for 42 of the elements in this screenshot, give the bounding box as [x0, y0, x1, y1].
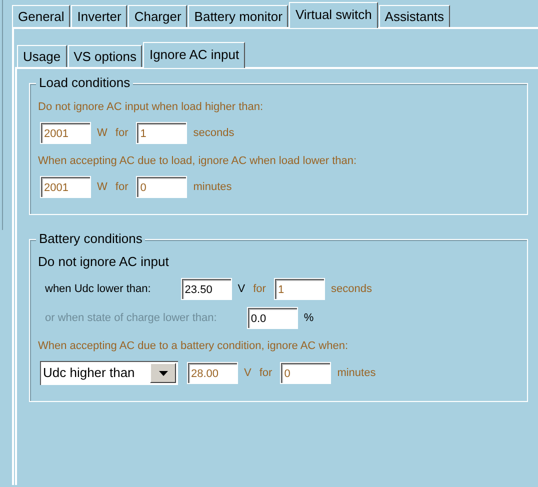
field-label: or when state of charge lower than: [44, 310, 217, 326]
unit-label: V [244, 366, 252, 381]
unit-label: for [115, 180, 128, 195]
dropdown-button[interactable] [150, 363, 176, 383]
unit-label: V [238, 282, 246, 297]
input-field[interactable]: 0.0 [246, 307, 298, 329]
tab[interactable]: General [12, 5, 70, 27]
input-field[interactable]: 1 [136, 122, 188, 144]
unit-label: seconds [193, 126, 234, 141]
unit-label: for [253, 282, 266, 297]
tab[interactable]: Charger [128, 5, 188, 27]
tab[interactable]: Assistants [378, 5, 450, 27]
dropdown-value: Udc higher than [43, 364, 135, 382]
tab[interactable]: Battery monitor [188, 5, 288, 27]
tab[interactable]: Virtual switch [289, 2, 378, 28]
unit-label: minutes [337, 366, 376, 381]
input-field[interactable]: 2001 [40, 176, 91, 198]
field-label: when Udc lower than: [44, 282, 151, 297]
input-field[interactable]: 23.50 [180, 278, 232, 300]
tab[interactable]: Usage [17, 45, 67, 67]
input-field[interactable]: 28.00 [187, 362, 238, 384]
dropdown[interactable]: Udc higher than [40, 361, 178, 385]
unit-label: W [97, 180, 108, 195]
caret-icon [158, 370, 168, 376]
instruction-text: When accepting AC due to load, ignore AC when load lower than: [38, 154, 358, 168]
unit-label: minutes [193, 180, 232, 195]
section-heading: Do not ignore AC input [38, 254, 170, 270]
group-title: Battery conditions [36, 231, 146, 247]
instruction-text: Do not ignore AC input when load higher than: [38, 100, 264, 114]
unit-label: for [115, 126, 128, 141]
unit-label: W [97, 126, 108, 141]
tab[interactable]: Inverter [71, 5, 128, 27]
input-field[interactable]: 2001 [40, 122, 91, 144]
tab[interactable]: Ignore AC input [143, 42, 246, 68]
input-field[interactable]: 0 [280, 362, 332, 384]
unit-label: % [304, 310, 314, 326]
unit-label: for [259, 366, 272, 381]
tab[interactable]: VS options [68, 45, 142, 67]
unit-label: seconds [330, 282, 372, 297]
instruction-text: When accepting AC due to a battery condition, ignore AC when: [38, 339, 350, 353]
input-field[interactable]: 1 [274, 278, 325, 300]
input-field[interactable]: 0 [136, 176, 188, 198]
